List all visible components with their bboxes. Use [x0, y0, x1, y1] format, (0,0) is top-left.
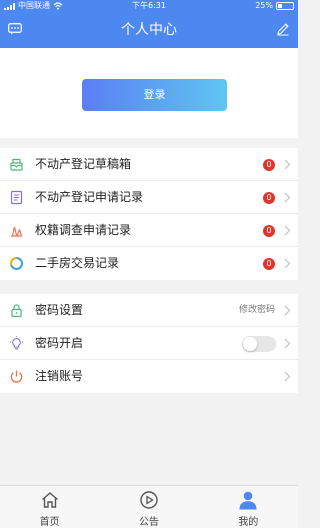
list-item-label: 二手房交易记录 — [35, 256, 120, 270]
list-item-resale-records[interactable]: 二手房交易记录 0 — [0, 247, 298, 280]
list-item-label: 权籍调查申请记录 — [35, 223, 132, 237]
lock-icon — [11, 304, 22, 318]
tab-bar: 首页 公告 我的 — [0, 485, 298, 528]
page-title: 个人中心 — [121, 22, 177, 38]
list-item-password-settings[interactable]: 密码设置 修改密码 — [0, 294, 298, 327]
draft-box-icon — [10, 158, 23, 171]
chevron-right-icon — [284, 338, 291, 349]
login-button[interactable]: 登录 — [82, 79, 227, 111]
list-item-survey-records[interactable]: 权籍调查申请记录 0 — [0, 214, 298, 247]
play-circle-icon — [140, 491, 158, 509]
battery-icon — [276, 2, 294, 10]
pie-chart-icon — [10, 257, 23, 270]
settings-list: 密码设置 修改密码 密码开启 注销账号 — [0, 294, 298, 393]
nav-header: 个人中心 — [0, 12, 298, 48]
edit-icon[interactable] — [276, 22, 290, 36]
records-list: 不动产登记草稿箱 0 不动产登记申请记录 0 权籍调查申请记录 0 二手房交易记… — [0, 148, 298, 280]
chevron-right-icon — [284, 192, 291, 203]
change-password-link[interactable]: 修改密码 — [239, 294, 275, 327]
tab-home[interactable]: 首页 — [0, 486, 99, 528]
tab-label: 我的 — [238, 517, 259, 528]
document-icon — [10, 190, 23, 205]
count-badge: 0 — [263, 192, 275, 204]
lightbulb-icon — [10, 336, 23, 350]
password-toggle[interactable] — [242, 336, 276, 352]
list-item-label: 不动产登记申请记录 — [35, 190, 144, 204]
list-item-label: 注销账号 — [35, 369, 84, 383]
list-item-password-enable: 密码开启 — [0, 327, 298, 360]
list-item-label: 密码设置 — [35, 303, 84, 317]
survey-icon — [11, 226, 23, 237]
status-right: 25% — [255, 0, 294, 12]
count-badge: 0 — [263, 159, 275, 171]
power-icon — [10, 370, 23, 383]
tab-mine[interactable]: 我的 — [199, 486, 298, 528]
list-item-label: 不动产登记草稿箱 — [35, 157, 132, 171]
tab-label: 首页 — [39, 517, 60, 528]
chevron-right-icon — [284, 371, 291, 382]
user-icon — [239, 491, 257, 510]
list-item-draft-box[interactable]: 不动产登记草稿箱 0 — [0, 148, 298, 181]
tab-label: 公告 — [138, 517, 159, 528]
count-badge: 0 — [263, 258, 275, 270]
chevron-right-icon — [284, 258, 291, 269]
chevron-right-icon — [284, 159, 291, 170]
chevron-right-icon — [284, 305, 291, 316]
tab-announcements[interactable]: 公告 — [99, 486, 198, 528]
count-badge: 0 — [263, 225, 275, 237]
status-time: 下午6:31 — [132, 1, 166, 10]
list-item-delete-account[interactable]: 注销账号 — [0, 360, 298, 393]
battery-percent: 25% — [255, 1, 273, 10]
list-item-application-records[interactable]: 不动产登记申请记录 0 — [0, 181, 298, 214]
chevron-right-icon — [284, 225, 291, 236]
status-bar: 中国联通 下午6:31 25% — [0, 0, 298, 12]
list-item-label: 密码开启 — [35, 336, 84, 350]
toggle-knob — [243, 337, 257, 351]
login-section: 登录 — [0, 48, 298, 138]
home-icon — [41, 492, 58, 508]
